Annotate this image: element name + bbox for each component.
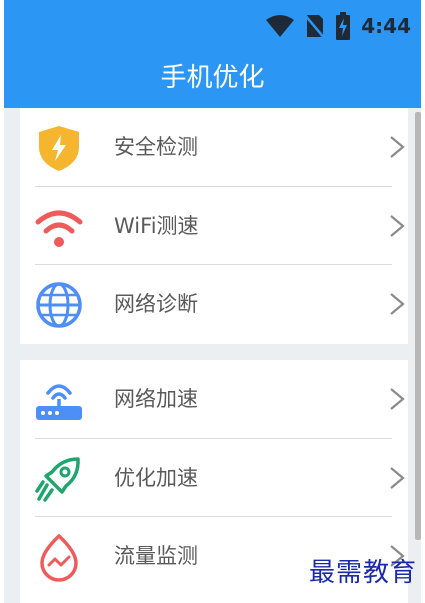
router-icon [36, 384, 82, 420]
list-item-wifi-speed[interactable]: WiFi测速 [20, 187, 408, 266]
rocket-icon [35, 456, 80, 502]
list-item-label: 优化加速 [114, 465, 198, 490]
list-item-label: WiFi测速 [114, 213, 199, 238]
chevron-right-icon [390, 388, 405, 410]
page-title: 手机优化 [160, 63, 265, 93]
battery-charging-icon [336, 12, 351, 40]
section-card-1: 安全检测 WiFi测速 网络诊断 [20, 108, 408, 344]
globe-icon [36, 282, 82, 328]
list-item-network-diagnosis[interactable]: 网络诊断 [20, 265, 408, 344]
shield-bolt-icon [39, 126, 79, 171]
traffic-drop-icon [40, 534, 78, 582]
chevron-right-icon [390, 466, 405, 489]
wifi-signal-icon [35, 210, 83, 247]
watermark: 最需教育 [308, 558, 417, 588]
list-item-security-check[interactable]: 安全检测 [20, 108, 408, 187]
list-item-label: 安全检测 [114, 135, 198, 159]
status-time: 4:44 [361, 14, 411, 38]
list-item-optimize-boost[interactable]: 优化加速 [20, 439, 408, 518]
chevron-right-icon [390, 136, 405, 158]
list-item-label: 流量监测 [114, 544, 198, 569]
wifi-icon [266, 15, 295, 37]
no-sim-icon [305, 14, 326, 39]
chevron-right-icon [390, 293, 405, 316]
status-icons: 4:44 [265, 10, 411, 42]
list-item-label: 网络加速 [114, 387, 198, 411]
scrollbar[interactable] [415, 112, 421, 540]
chevron-right-icon [390, 214, 405, 237]
list-item-network-boost[interactable]: 网络加速 [20, 360, 408, 439]
status-bar: 4:44 [4, 0, 421, 48]
phone-screen: 4:44 手机优化 安全检测 WiFi测速 网络诊断 网络加速 优化加速 流量监… [4, 0, 421, 603]
app-bar: 手机优化 [4, 48, 421, 108]
list-item-label: 网络诊断 [114, 292, 198, 317]
